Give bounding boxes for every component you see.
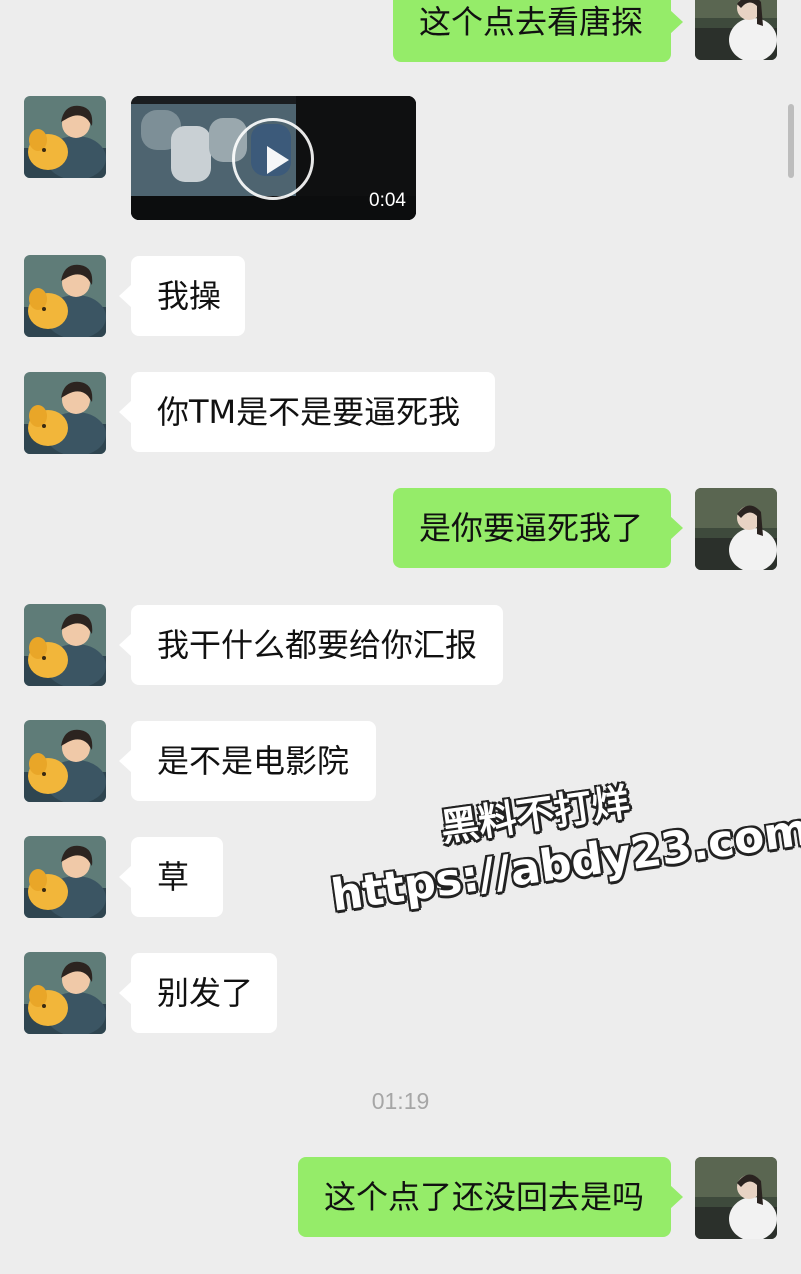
chat-window: 这个点去看唐探 0:04 我操 你TM是不是要逼死我 是你要逼死我了 我干什么都… [0,0,801,1274]
message-text: 这个点去看唐探 [419,3,644,41]
avatar-boy-with-dog-icon [24,96,106,178]
incoming-message[interactable]: 你TM是不是要逼死我 [119,372,495,452]
message-text: 是不是电影院 [157,742,350,780]
incoming-message[interactable]: 是不是电影院 [119,721,376,801]
video-duration: 0:04 [369,190,406,211]
message-text: 这个点了还没回去是吗 [324,1178,645,1216]
video-message[interactable]: 0:04 [131,96,416,220]
avatar-contact[interactable] [24,604,106,686]
outgoing-message[interactable]: 这个点去看唐探 [393,0,683,62]
avatar-boy-with-dog-icon [24,372,106,454]
incoming-message[interactable]: 别发了 [119,953,277,1033]
avatar-self[interactable] [695,0,777,60]
avatar-boy-with-dog-icon [24,952,106,1034]
avatar-contact[interactable] [24,372,106,454]
avatar-contact[interactable] [24,255,106,337]
play-icon[interactable] [232,118,314,200]
avatar-girl-icon [695,0,777,60]
message-text: 草 [157,858,190,896]
avatar-contact[interactable] [24,96,106,178]
message-text: 我操 [157,277,222,315]
avatar-self[interactable] [695,1157,777,1239]
outgoing-message[interactable]: 是你要逼死我了 [393,488,683,568]
message-timestamp: 01:19 [371,1088,430,1114]
avatar-boy-with-dog-icon [24,255,106,337]
message-text: 别发了 [157,974,254,1012]
incoming-message[interactable]: 我干什么都要给你汇报 [119,605,503,685]
avatar-boy-with-dog-icon [24,720,106,802]
avatar-girl-icon [695,1157,777,1239]
avatar-self[interactable] [695,488,777,570]
watermark: 黑料不打烊 https://abdy23.com [318,736,801,949]
outgoing-message[interactable]: 这个点了还没回去是吗 [298,1157,683,1237]
message-text: 你TM是不是要逼死我 [157,393,461,431]
message-text: 我干什么都要给你汇报 [157,626,478,664]
avatar-contact[interactable] [24,952,106,1034]
avatar-boy-with-dog-icon [24,604,106,686]
avatar-girl-icon [695,488,777,570]
incoming-message[interactable]: 我操 [119,256,245,336]
avatar-contact[interactable] [24,836,106,918]
avatar-contact[interactable] [24,720,106,802]
avatar-boy-with-dog-icon [24,836,106,918]
message-text: 是你要逼死我了 [419,509,644,547]
scrollbar-thumb[interactable] [788,104,794,178]
incoming-message[interactable]: 草 [119,837,223,917]
